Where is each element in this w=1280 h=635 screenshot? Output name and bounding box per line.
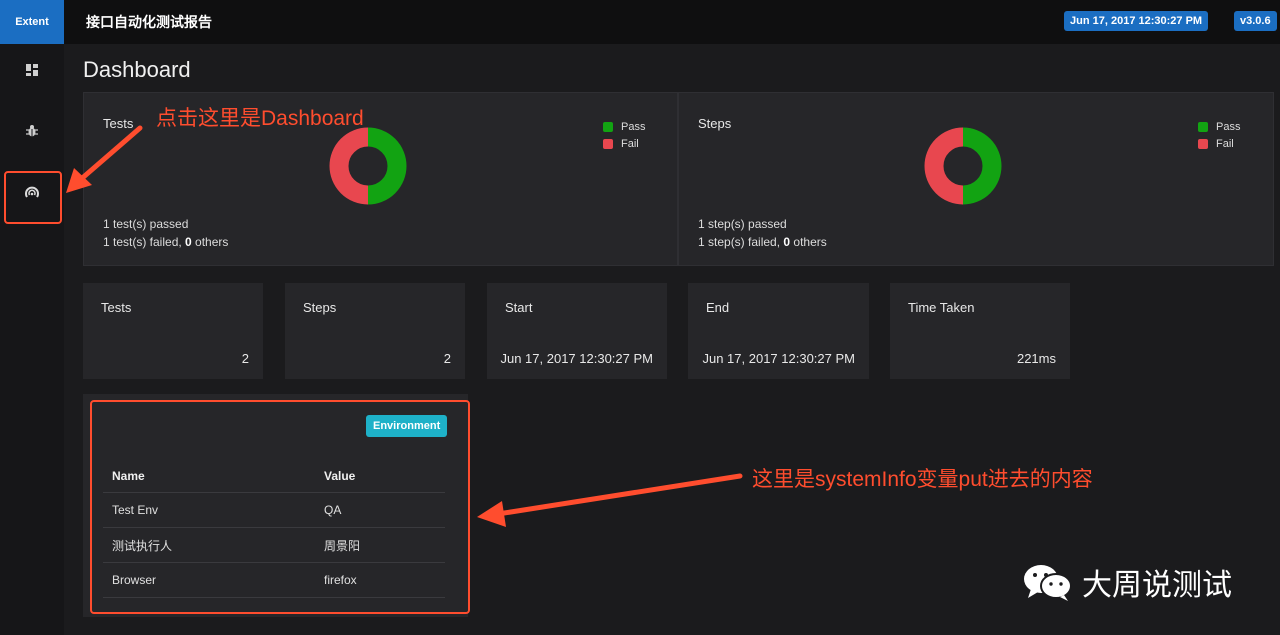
arrow-to-environment [477,473,743,527]
watermark-text: 大周说测试 [1082,569,1232,602]
watermark: 大周说测试 [1022,560,1232,604]
wechat-icon [1024,565,1072,601]
arrow-to-gauge [66,125,143,193]
annotation-arrows [66,125,743,527]
